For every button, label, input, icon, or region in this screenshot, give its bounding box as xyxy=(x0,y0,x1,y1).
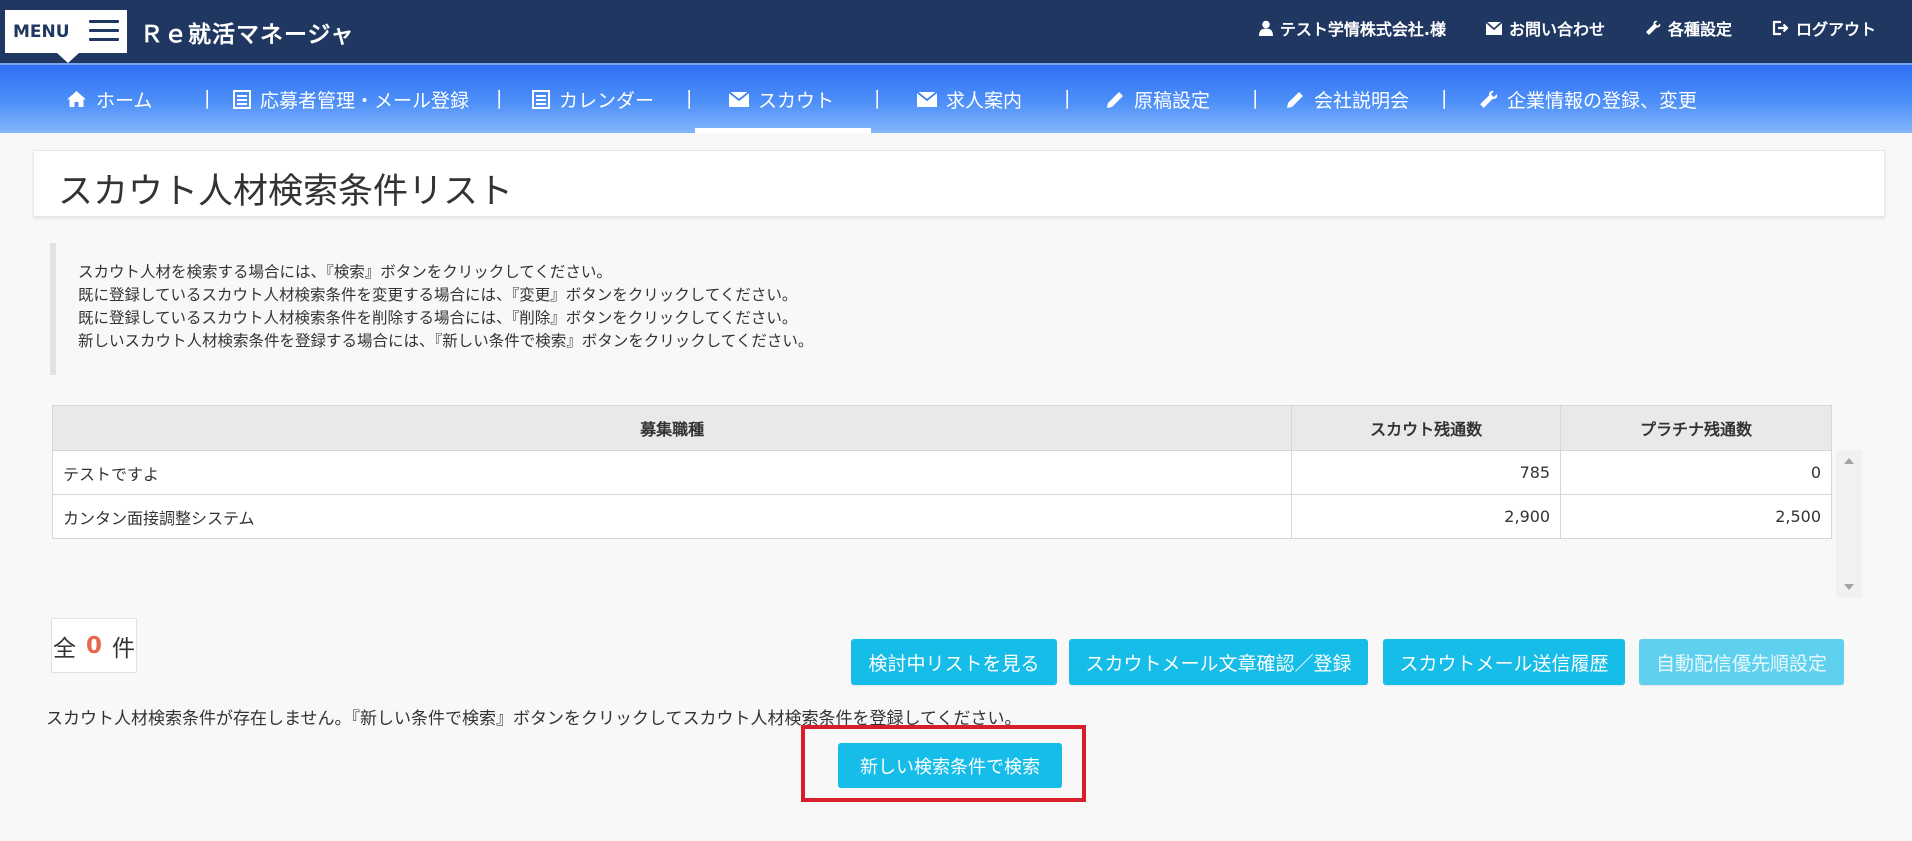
column-header-job: 募集職種 xyxy=(51,405,1293,451)
header-links: テスト学情株式会社.様 お問い合わせ 各種設定 ログアウト xyxy=(1258,16,1912,40)
result-count: 全 0 件 xyxy=(51,618,137,673)
nav-item-job-info[interactable]: 求人案内 xyxy=(917,65,1022,133)
instruction-line: スカウト人材を検索する場合には、『検索』ボタンをクリックしてください。 xyxy=(78,263,612,281)
list-icon xyxy=(532,89,550,109)
scroll-down-icon[interactable] xyxy=(1844,584,1854,590)
scout-mail-history-button[interactable]: スカウトメール送信履歴 xyxy=(1383,639,1625,685)
home-icon xyxy=(67,91,86,107)
nav-separator: | xyxy=(496,87,503,109)
scout-remaining-cell: 2,900 xyxy=(1291,494,1562,539)
nav-item-scout[interactable]: スカウト xyxy=(729,65,834,133)
logout-label: ログアウト xyxy=(1795,20,1876,39)
review-list-button[interactable]: 検討中リストを見る xyxy=(851,639,1057,685)
pencil-icon xyxy=(1287,91,1303,108)
job-cell: テストですよ xyxy=(51,450,1293,495)
nav-item-briefing[interactable]: 会社説明会 xyxy=(1286,65,1409,133)
nav-separator: | xyxy=(1441,87,1448,109)
top-header: MENU Ｒｅ就活マネージャ テスト学情株式会社.様 お問い合わせ 各種設定 ロ… xyxy=(0,0,1912,63)
logout-link[interactable]: ログアウト xyxy=(1772,16,1876,40)
nav-active-indicator xyxy=(695,128,871,133)
column-header-scout-remaining: スカウト残通数 xyxy=(1291,405,1562,451)
scroll-up-icon[interactable] xyxy=(1844,458,1854,464)
job-cell: カンタン面接調整システム xyxy=(51,494,1293,539)
pencil-icon xyxy=(1107,91,1123,108)
instructions-box: スカウト人材を検索する場合には、『検索』ボタンをクリックしてください。 既に登録… xyxy=(50,243,1250,375)
scout-condition-table: 募集職種 スカウト残通数 プラチナ残通数 テストですよ 785 0 カンタン面接… xyxy=(51,405,1832,539)
instruction-line: 既に登録しているスカウト人材検索条件を削除する場合には、『削除』ボタンをクリック… xyxy=(78,309,798,327)
instruction-line: 既に登録しているスカウト人材検索条件を変更する場合には、『変更』ボタンをクリック… xyxy=(78,286,798,304)
user-account-link[interactable]: テスト学情株式会社.様 xyxy=(1258,16,1446,40)
envelope-icon xyxy=(1485,21,1502,35)
envelope-icon xyxy=(917,91,937,107)
main-nav: ホーム | 応募者管理・メール登録 | カレンダー | スカウト | 求人案内 … xyxy=(0,63,1912,133)
table-row[interactable]: カンタン面接調整システム 2,900 2,500 xyxy=(51,494,1832,539)
scout-mail-text-button[interactable]: スカウトメール文章確認／登録 xyxy=(1069,639,1368,685)
auto-delivery-priority-button[interactable]: 自動配信優先順設定 xyxy=(1639,639,1844,685)
table-header-row: 募集職種 スカウト残通数 プラチナ残通数 xyxy=(51,405,1832,451)
contact-link[interactable]: お問い合わせ xyxy=(1485,16,1605,40)
logout-icon xyxy=(1772,20,1789,36)
nav-separator: | xyxy=(686,87,693,109)
user-icon xyxy=(1258,20,1273,36)
column-header-platinum-remaining: プラチナ残通数 xyxy=(1560,405,1832,451)
table-row[interactable]: テストですよ 785 0 xyxy=(51,450,1832,495)
settings-link[interactable]: 各種設定 xyxy=(1645,16,1732,40)
nav-separator: | xyxy=(1064,87,1071,109)
contact-label: お問い合わせ xyxy=(1508,20,1605,39)
menu-button[interactable]: MENU xyxy=(5,10,127,63)
nav-item-manuscript[interactable]: 原稿設定 xyxy=(1106,65,1210,133)
page-title-panel: スカウト人材検索条件リスト xyxy=(33,150,1885,217)
brand-title[interactable]: Ｒｅ就活マネージャ xyxy=(140,15,354,49)
wrench-icon xyxy=(1645,20,1661,35)
new-search-button[interactable]: 新しい検索条件で検索 xyxy=(838,743,1062,788)
user-name: テスト学情株式会社.様 xyxy=(1279,20,1446,39)
nav-item-company-info[interactable]: 企業情報の登録、変更 xyxy=(1479,65,1697,133)
envelope-icon xyxy=(729,91,749,107)
list-icon xyxy=(233,89,251,109)
count-suffix: 件 xyxy=(112,635,135,662)
platinum-remaining-cell: 0 xyxy=(1560,450,1832,495)
nav-item-home[interactable]: ホーム xyxy=(66,65,152,133)
nav-separator: | xyxy=(204,87,211,109)
hamburger-icon xyxy=(89,20,119,42)
wrench-icon xyxy=(1480,90,1498,108)
nav-separator: | xyxy=(1252,87,1259,109)
instruction-line: 新しいスカウト人材検索条件を登録する場合には、『新しい条件で検索』ボタンをクリッ… xyxy=(78,332,814,350)
count-value: 0 xyxy=(85,632,102,659)
table-scrollbar[interactable] xyxy=(1836,450,1862,598)
scout-remaining-cell: 785 xyxy=(1291,450,1562,495)
nav-separator: | xyxy=(874,87,881,109)
platinum-remaining-cell: 2,500 xyxy=(1560,494,1832,539)
count-prefix: 全 xyxy=(52,635,76,662)
menu-label: MENU xyxy=(13,21,70,42)
menu-caret-icon xyxy=(57,53,79,63)
nav-item-calendar[interactable]: カレンダー xyxy=(532,65,654,133)
settings-label: 各種設定 xyxy=(1667,20,1732,39)
nav-item-applicants[interactable]: 応募者管理・メール登録 xyxy=(233,65,469,133)
page-title: スカウト人材検索条件リスト xyxy=(58,172,514,212)
